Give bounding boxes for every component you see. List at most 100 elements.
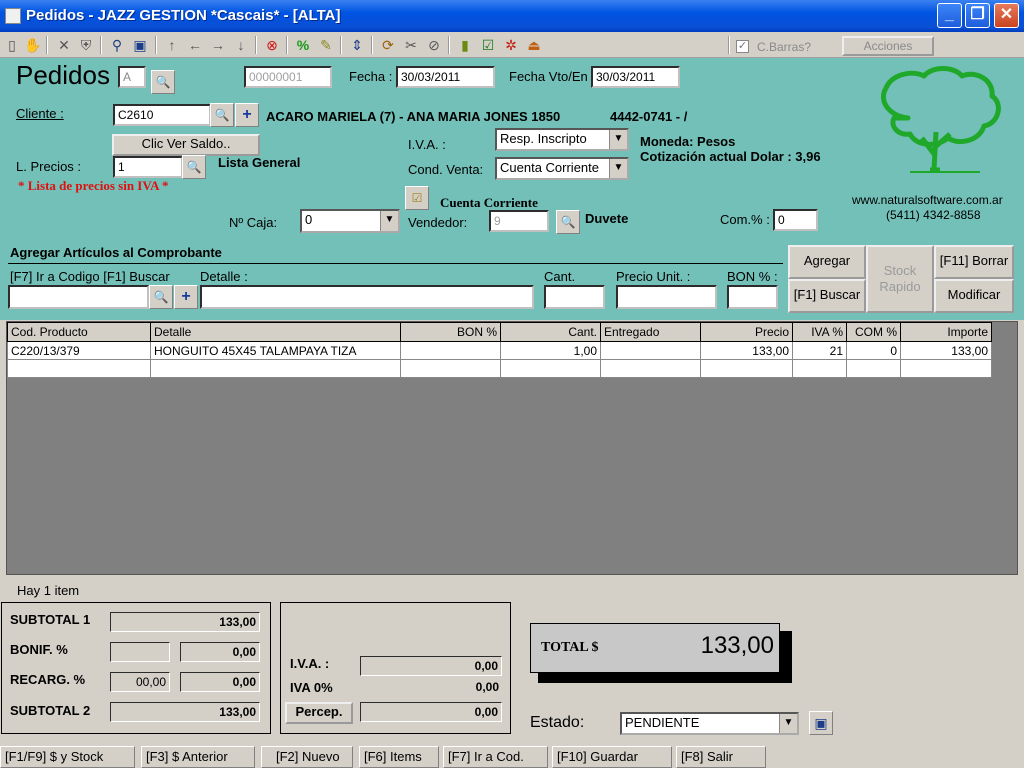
fecha-field[interactable]: 30/03/2011 bbox=[396, 66, 495, 88]
table-header-row: Cod. Producto Detalle BON % Cant. Entreg… bbox=[7, 322, 992, 342]
modificar-button[interactable]: Modificar bbox=[934, 279, 1014, 313]
shortcut-nuevo[interactable]: [F2] Nuevo bbox=[261, 746, 353, 768]
chevron-down-icon[interactable]: ▼ bbox=[779, 714, 797, 733]
doc-type-field[interactable]: A bbox=[118, 66, 146, 88]
lprecios-label: L. Precios : bbox=[16, 159, 82, 174]
cliente-add-icon[interactable]: + bbox=[235, 103, 259, 127]
cond-venta-select[interactable]: Cuenta Corriente ▼ bbox=[495, 157, 629, 180]
cancel-icon[interactable]: ⊗ bbox=[263, 36, 281, 54]
table-cell[interactable] bbox=[600, 341, 701, 360]
column-header[interactable]: Cod. Producto bbox=[7, 322, 151, 342]
table-cell[interactable]: 133,00 bbox=[900, 341, 992, 360]
table-cell[interactable]: 1,00 bbox=[500, 341, 601, 360]
table-cell[interactable]: HONGUITO 45X45 TALAMPAYA TIZA bbox=[150, 341, 401, 360]
table-cell[interactable]: C220/13/379 bbox=[7, 341, 151, 360]
cliente-code-field[interactable]: C2610 bbox=[113, 104, 211, 126]
exit-icon[interactable]: ⏏ bbox=[525, 36, 543, 54]
percep-button[interactable]: Percep. bbox=[285, 702, 353, 724]
detalle-input[interactable] bbox=[200, 285, 534, 309]
doc-number-field[interactable]: 00000001 bbox=[244, 66, 332, 88]
column-header[interactable]: Entregado bbox=[600, 322, 701, 342]
vendedor-code-field[interactable]: 9 bbox=[489, 210, 549, 232]
buscar-button[interactable]: [F1] Buscar bbox=[788, 279, 866, 313]
arrow-down-icon[interactable]: ↓ bbox=[232, 36, 250, 54]
caja-select[interactable]: 0 ▼ bbox=[300, 209, 400, 233]
sort-icon[interactable]: ⇕ bbox=[348, 36, 366, 54]
items-count: Hay 1 item bbox=[17, 583, 80, 598]
chevron-down-icon[interactable]: ▼ bbox=[609, 159, 627, 178]
table-cell[interactable]: 133,00 bbox=[700, 341, 793, 360]
hand-icon[interactable]: ✋ bbox=[24, 36, 42, 54]
close-button[interactable]: ✕ bbox=[994, 3, 1019, 28]
table-row-empty[interactable] bbox=[7, 359, 992, 378]
table-cell[interactable]: 21 bbox=[792, 341, 847, 360]
recarg-pct-field[interactable]: 00,00 bbox=[110, 672, 170, 692]
save-icon[interactable]: ▣ bbox=[131, 36, 149, 54]
column-header[interactable]: Cant. bbox=[500, 322, 601, 342]
shortcut-stock[interactable]: [F1/F9] $ y Stock bbox=[0, 746, 135, 768]
shortcut-guardar[interactable]: [F10] Guardar bbox=[552, 746, 672, 768]
table-cell[interactable] bbox=[400, 341, 501, 360]
column-header[interactable]: Precio bbox=[700, 322, 793, 342]
arrow-up-first-icon[interactable]: ↑ bbox=[163, 36, 181, 54]
codigo-add-icon[interactable]: + bbox=[174, 285, 198, 309]
minimize-button[interactable]: _ bbox=[937, 3, 962, 28]
acciones-button[interactable]: Acciones bbox=[842, 36, 934, 56]
vendedor-search-icon[interactable]: 🔍 bbox=[556, 210, 580, 234]
scissors-icon[interactable]: ✂ bbox=[402, 36, 420, 54]
agregar-button[interactable]: Agregar bbox=[788, 245, 866, 279]
column-header[interactable]: IVA % bbox=[792, 322, 847, 342]
recarg-label: RECARG. % bbox=[10, 672, 86, 687]
search-icon[interactable]: ⚲ bbox=[108, 36, 126, 54]
gear-icon[interactable]: ✲ bbox=[502, 36, 520, 54]
precio-input[interactable] bbox=[616, 285, 717, 309]
ver-saldo-button[interactable]: Clic Ver Saldo.. bbox=[112, 134, 260, 156]
recarg-value: 0,00 bbox=[180, 672, 260, 692]
table-row[interactable]: C220/13/379 HONGUITO 45X45 TALAMPAYA TIZ… bbox=[7, 341, 992, 360]
arrow-left-icon[interactable]: ← bbox=[186, 36, 204, 54]
shield-icon[interactable]: ⛨ bbox=[77, 36, 95, 54]
codigo-input[interactable] bbox=[8, 285, 149, 309]
calendar-check-icon[interactable]: ☑ bbox=[405, 186, 429, 210]
stock-rapido-button[interactable]: Stock Rapido bbox=[866, 245, 934, 313]
column-header[interactable]: Importe bbox=[900, 322, 992, 342]
codigo-search-icon[interactable]: 🔍 bbox=[149, 285, 173, 309]
doc-search-icon[interactable]: 🔍 bbox=[151, 70, 175, 94]
delete-icon[interactable]: ✕ bbox=[55, 36, 73, 54]
shortcut-ir-cod[interactable]: [F7] Ir a Cod. bbox=[443, 746, 548, 768]
pencil-icon[interactable]: ✎ bbox=[317, 36, 335, 54]
table-cell[interactable]: 0 bbox=[846, 341, 901, 360]
cliente-label: Cliente : bbox=[16, 106, 64, 121]
block-icon[interactable]: ⊘ bbox=[425, 36, 443, 54]
cant-input[interactable] bbox=[544, 285, 605, 309]
shortcut-items[interactable]: [F6] Items bbox=[359, 746, 439, 768]
iva-select[interactable]: Resp. Inscripto ▼ bbox=[495, 128, 629, 151]
borrar-button[interactable]: [F11] Borrar bbox=[934, 245, 1014, 279]
shortcut-salir[interactable]: [F8] Salir bbox=[676, 746, 766, 768]
column-header[interactable]: COM % bbox=[846, 322, 901, 342]
lprecios-field[interactable]: 1 bbox=[113, 156, 183, 178]
chevron-down-icon[interactable]: ▼ bbox=[380, 211, 398, 231]
percent-icon[interactable]: % bbox=[294, 36, 312, 54]
shortcut-anterior[interactable]: [F3] $ Anterior bbox=[141, 746, 255, 768]
fecha-vto-field[interactable]: 30/03/2011 bbox=[591, 66, 680, 88]
new-doc-icon[interactable]: ▯ bbox=[3, 36, 21, 54]
com-field[interactable]: 0 bbox=[773, 209, 818, 231]
checklist-icon[interactable]: ☑ bbox=[479, 36, 497, 54]
estado-select[interactable]: PENDIENTE ▼ bbox=[620, 712, 799, 735]
estado-label: Estado: bbox=[530, 714, 585, 731]
save-estado-icon[interactable]: ▣ bbox=[809, 711, 833, 735]
cond-venta-select-value: Cuenta Corriente bbox=[500, 160, 599, 175]
refresh-icon[interactable]: ⟳ bbox=[379, 36, 397, 54]
chevron-down-icon[interactable]: ▼ bbox=[609, 130, 627, 149]
cbarras-checkbox[interactable]: ✓ bbox=[736, 40, 749, 53]
column-header[interactable]: Detalle bbox=[150, 322, 401, 342]
bonif-pct-field[interactable] bbox=[110, 642, 170, 662]
column-header[interactable]: BON % bbox=[400, 322, 501, 342]
cliente-search-icon[interactable]: 🔍 bbox=[210, 103, 234, 127]
maximize-button[interactable]: ❐ bbox=[965, 3, 990, 28]
lprecios-search-icon[interactable]: 🔍 bbox=[182, 155, 206, 179]
arrow-right-icon[interactable]: → bbox=[209, 36, 227, 54]
bon-input[interactable] bbox=[727, 285, 778, 309]
book-icon[interactable]: ▮ bbox=[456, 36, 474, 54]
